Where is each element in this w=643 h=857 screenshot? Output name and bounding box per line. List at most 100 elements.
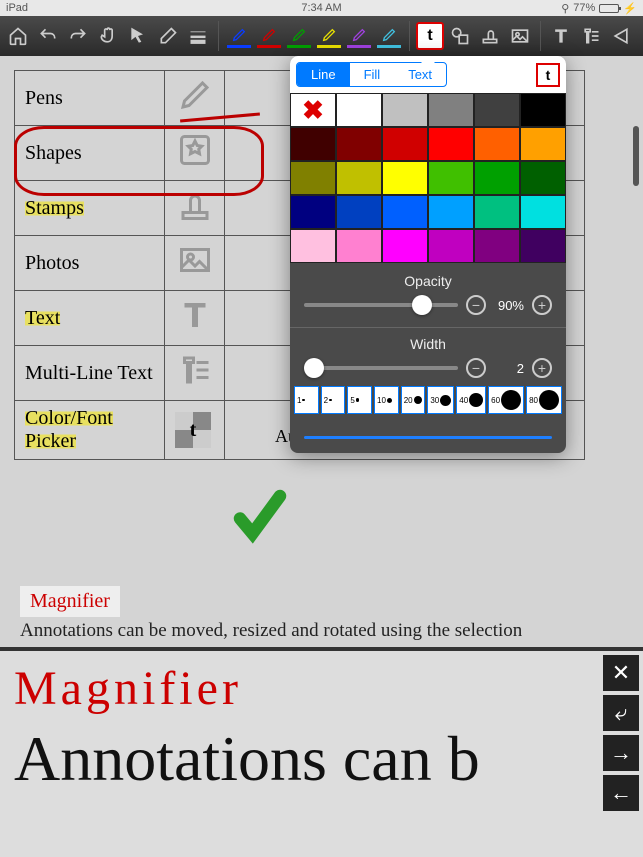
width-minus-button[interactable]: −	[466, 358, 486, 378]
row-label: Color/Font Picker	[25, 407, 113, 452]
scrollbar-thumb[interactable]	[633, 126, 639, 186]
color-swatch[interactable]	[382, 195, 428, 229]
opacity-label: Opacity	[304, 273, 552, 289]
color-swatch[interactable]	[290, 161, 336, 195]
checkmark-annotation	[230, 486, 290, 546]
color-swatch[interactable]	[520, 161, 566, 195]
opacity-plus-button[interactable]: +	[532, 295, 552, 315]
home-button[interactable]	[4, 22, 32, 50]
width-label: Width	[304, 336, 552, 352]
opacity-value: 90%	[494, 298, 524, 313]
color-swatch[interactable]	[382, 127, 428, 161]
row-icon: t	[165, 401, 225, 460]
magnifier-back-button[interactable]: ←	[603, 775, 639, 811]
multiline-text-button[interactable]	[577, 22, 605, 50]
share-button[interactable]	[607, 22, 635, 50]
pen-4-button[interactable]	[315, 22, 343, 50]
color-swatch[interactable]	[290, 229, 336, 263]
color-swatch[interactable]	[336, 195, 382, 229]
color-swatch[interactable]	[520, 229, 566, 263]
width-preset-2[interactable]: 2	[321, 386, 346, 414]
color-swatch[interactable]	[520, 127, 566, 161]
tab-fill[interactable]: Fill	[350, 63, 395, 86]
color-swatch[interactable]	[290, 195, 336, 229]
color-swatch[interactable]	[428, 93, 474, 127]
redo-button[interactable]	[64, 22, 92, 50]
row-label: Stamps	[25, 197, 84, 219]
color-swatch[interactable]	[336, 127, 382, 161]
color-swatch[interactable]	[382, 161, 428, 195]
undo-button[interactable]	[34, 22, 62, 50]
color-swatch[interactable]	[474, 195, 520, 229]
magnifier-body-large: Annotations can b	[14, 722, 480, 796]
color-swatch[interactable]	[474, 93, 520, 127]
width-preset-20[interactable]: 20	[401, 386, 426, 414]
pen-3-button[interactable]	[285, 22, 313, 50]
width-preset-40[interactable]: 40	[456, 386, 486, 414]
color-swatch[interactable]	[428, 127, 474, 161]
color-swatch[interactable]	[474, 229, 520, 263]
eraser-button[interactable]	[154, 22, 182, 50]
width-preset-30[interactable]: 30	[427, 386, 454, 414]
row-icon	[165, 181, 225, 236]
color-swatch[interactable]	[474, 127, 520, 161]
color-swatch[interactable]	[520, 93, 566, 127]
opacity-slider[interactable]	[304, 303, 458, 307]
toolbar: t	[0, 16, 643, 56]
color-swatch[interactable]	[336, 161, 382, 195]
pen-5-button[interactable]	[345, 22, 373, 50]
color-font-picker-button[interactable]: t	[416, 22, 444, 50]
row-label: Text	[25, 307, 60, 329]
color-swatch[interactable]	[336, 229, 382, 263]
stamp-button[interactable]	[476, 22, 504, 50]
width-slider[interactable]	[304, 366, 458, 370]
width-preset-60[interactable]: 60	[488, 386, 524, 414]
body-text-1: Annotations can be moved, resized and ro…	[20, 620, 522, 642]
width-preset-1[interactable]: 1	[294, 386, 319, 414]
width-preset-5[interactable]: 5	[347, 386, 372, 414]
magnifier-forward-button[interactable]: →	[603, 735, 639, 771]
magnifier-handwriting: Magnifier	[20, 586, 120, 617]
pen-1-button[interactable]	[225, 22, 253, 50]
color-swatch[interactable]	[290, 127, 336, 161]
row-label: Shapes	[25, 142, 82, 164]
photo-button[interactable]	[506, 22, 534, 50]
tab-text[interactable]: Text	[394, 63, 446, 86]
color-swatch[interactable]	[382, 229, 428, 263]
row-icon	[165, 236, 225, 291]
pen-2-button[interactable]	[255, 22, 283, 50]
text-button[interactable]	[547, 22, 575, 50]
magnifier-pane: Magnifier Annotations can b ✕ ⤶ → ←	[0, 647, 643, 857]
color-swatch[interactable]	[382, 93, 428, 127]
tab-line[interactable]: Line	[297, 63, 350, 86]
pen-6-button[interactable]	[375, 22, 403, 50]
magnifier-next-line-button[interactable]: ⤶	[603, 695, 639, 731]
width-value: 2	[494, 361, 524, 376]
line-weight-button[interactable]	[184, 22, 212, 50]
row-label: Multi-Line Text	[25, 362, 153, 384]
color-palette: ✖	[290, 93, 566, 263]
color-swatch[interactable]	[336, 93, 382, 127]
battery-icon	[599, 4, 619, 13]
width-presets: 125102030406080	[290, 386, 566, 422]
color-swatch[interactable]	[428, 229, 474, 263]
select-button[interactable]	[124, 22, 152, 50]
shapes-button[interactable]	[446, 22, 474, 50]
line-preview	[304, 436, 552, 439]
pan-button[interactable]	[94, 22, 122, 50]
carrier-label: iPad	[6, 2, 28, 14]
color-swatch[interactable]	[520, 195, 566, 229]
width-plus-button[interactable]: +	[532, 358, 552, 378]
magnifier-close-button[interactable]: ✕	[603, 655, 639, 691]
color-swatch[interactable]	[474, 161, 520, 195]
width-preset-10[interactable]: 10	[374, 386, 399, 414]
color-swatch[interactable]	[428, 161, 474, 195]
bluetooth-icon: ⚲	[561, 2, 569, 15]
width-preset-80[interactable]: 80	[526, 386, 562, 414]
color-picker-popover: Line Fill Text t ✖ Opacity − 90% + Width…	[290, 56, 566, 453]
row-icon	[165, 126, 225, 181]
clock: 7:34 AM	[301, 2, 341, 14]
opacity-minus-button[interactable]: −	[466, 295, 486, 315]
color-swatch[interactable]	[428, 195, 474, 229]
no-color-swatch[interactable]: ✖	[290, 93, 336, 127]
